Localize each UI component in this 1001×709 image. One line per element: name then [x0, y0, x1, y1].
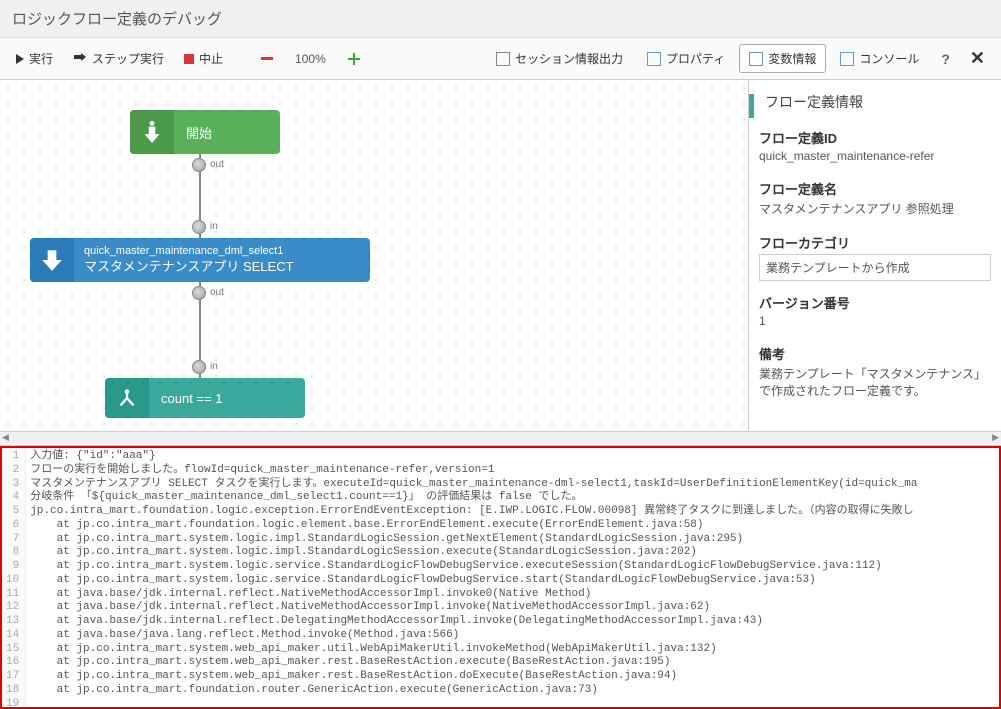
flow-name-value: マスタメンテナンスアプリ 参照処理 [759, 198, 991, 221]
session-label: セッション情報出力 [515, 50, 623, 67]
select-icon [30, 238, 74, 282]
play-icon [16, 54, 24, 64]
session-output-button[interactable]: セッション情報出力 [486, 44, 633, 73]
step-button[interactable]: ステップ実行 [65, 46, 172, 71]
port-label-in: in [210, 221, 218, 232]
flow-cat-value: 業務テンプレートから作成 [759, 254, 991, 281]
flow-name-label: フロー定義名 [759, 175, 991, 198]
log-panel[interactable]: 12345678910111213141516171819 入力値: {"id"… [0, 446, 1001, 709]
minus-icon [261, 57, 273, 60]
stop-button[interactable]: 中止 [176, 46, 231, 71]
variables-label: 変数情報 [768, 50, 816, 67]
zoom-out-button[interactable] [253, 53, 281, 64]
port-dot[interactable] [192, 360, 206, 374]
port-label-out2: out [210, 287, 224, 298]
help-button[interactable]: ? [933, 49, 958, 69]
console-label: コンソール [859, 50, 919, 67]
variables-tab[interactable]: 変数情報 [739, 44, 826, 73]
flow-cat-label: フローカテゴリ [759, 229, 991, 252]
flow-node-select[interactable]: quick_master_maintenance_dml_select1 マスタ… [30, 238, 370, 282]
flow-id-value: quick_master_maintenance-refer [759, 147, 991, 167]
flow-ver-label: バージョン番号 [759, 289, 991, 312]
flow-note-label: 備考 [759, 340, 991, 363]
log-text[interactable]: 入力値: {"id":"aaa"} フローの実行を開始しました。flowId=q… [26, 448, 999, 707]
window-title: ロジックフロー定義のデバッグ [0, 0, 1001, 38]
port-dot[interactable] [192, 286, 206, 300]
flow-node-start[interactable]: 開始 [130, 110, 280, 154]
step-label: ステップ実行 [92, 50, 164, 67]
stop-icon [184, 54, 194, 64]
console-tab[interactable]: コンソール [830, 44, 929, 73]
property-label: プロパティ [666, 50, 725, 67]
close-button[interactable]: ✕ [962, 46, 993, 71]
plus-icon [348, 53, 360, 65]
console-icon [840, 52, 854, 66]
run-button[interactable]: 実行 [8, 46, 61, 71]
branch-label: count == 1 [149, 391, 222, 406]
session-icon [496, 52, 510, 66]
stop-label: 中止 [199, 50, 223, 67]
property-tab[interactable]: プロパティ [637, 44, 735, 73]
zoom-level: 100% [285, 52, 336, 66]
select-id: quick_master_maintenance_dml_select1 [84, 244, 294, 258]
flow-canvas[interactable]: out in out in 開始 quick_master_maintenanc… [0, 80, 748, 431]
branch-icon [105, 378, 149, 418]
info-panel-title: フロー定義情報 [749, 80, 1001, 120]
port-label-out: out [210, 159, 224, 170]
info-panel: フロー定義情報 フロー定義IDquick_master_maintenance-… [748, 80, 1001, 431]
flow-note-value: 業務テンプレート「マスタメンテナンス」で作成されたフロー定義です。 [759, 363, 991, 403]
select-label: マスタメンテナンスアプリ SELECT [84, 259, 294, 276]
flow-ver-value: 1 [759, 312, 991, 332]
horizontal-scrollbar[interactable] [0, 431, 1001, 446]
flow-node-branch[interactable]: count == 1 [105, 378, 305, 418]
run-label: 実行 [29, 50, 53, 67]
step-icon [73, 53, 87, 65]
port-dot[interactable] [192, 220, 206, 234]
property-icon [647, 52, 661, 66]
flow-id-label: フロー定義ID [759, 124, 991, 147]
port-dot[interactable] [192, 158, 206, 172]
start-icon [130, 110, 174, 154]
toolbar: 実行 ステップ実行 中止 100% セッション情報出力 プロパティ 変数情報 コ… [0, 38, 1001, 80]
port-label-in2: in [210, 361, 218, 372]
log-gutter: 12345678910111213141516171819 [2, 448, 26, 707]
zoom-in-button[interactable] [340, 49, 368, 69]
start-label: 開始 [174, 123, 212, 142]
variables-icon [749, 52, 763, 66]
